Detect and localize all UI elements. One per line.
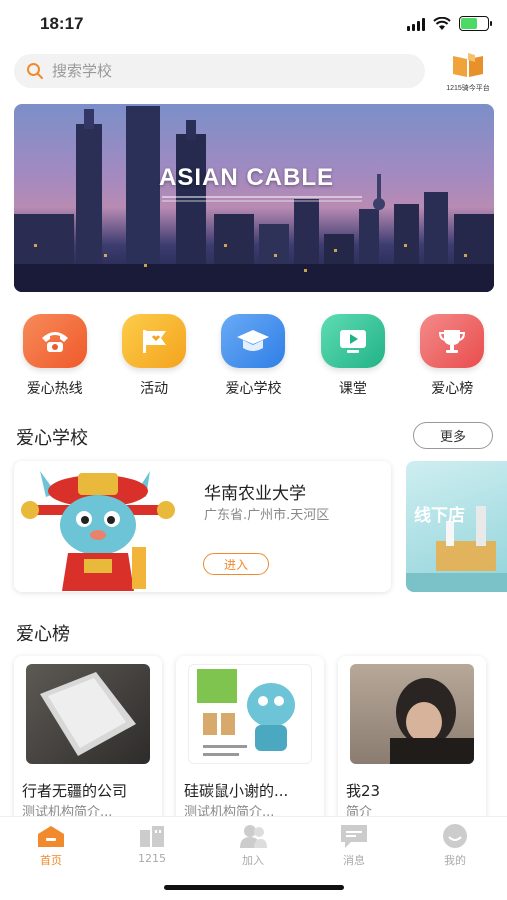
- banner-subtitle-lines: [162, 196, 362, 198]
- nav-label-activity: 活动: [140, 381, 169, 397]
- city-skyline-image: [14, 106, 494, 292]
- building-icon: [137, 823, 167, 849]
- rank-section-title: 爱心榜: [16, 624, 70, 645]
- search-box[interactable]: [14, 54, 425, 88]
- profile-icon: [440, 823, 470, 849]
- search-input[interactable]: [52, 62, 352, 80]
- nav-item-activity[interactable]: 活动: [109, 314, 199, 404]
- book-logo-icon: [453, 53, 483, 77]
- battery-icon: [459, 16, 492, 31]
- message-icon: [339, 823, 369, 849]
- tab-messages[interactable]: 消息: [324, 823, 384, 868]
- home-icon: [36, 823, 66, 849]
- tab-join[interactable]: 加入: [223, 823, 283, 868]
- school-card[interactable]: 华南农业大学 广东省.广州市.天河区 进入: [14, 461, 391, 592]
- school-section-title: 爱心学校: [16, 428, 88, 449]
- tab-label-join: 加入: [242, 854, 264, 867]
- rank-name: 行者无疆的公司: [22, 782, 128, 800]
- video-play-icon: [320, 314, 385, 368]
- status-icons: [407, 16, 492, 31]
- platform-label: 1215骑今平台: [446, 85, 490, 92]
- home-indicator[interactable]: [164, 885, 344, 890]
- rank-card[interactable]: 行者无疆的公司 测试机构简介...: [14, 656, 162, 826]
- tab-label-home: 首页: [40, 854, 62, 867]
- trophy-icon: [420, 314, 485, 368]
- platform-button[interactable]: 1215骑今平台: [442, 52, 494, 92]
- banner[interactable]: ASIAN CABLE: [14, 104, 494, 292]
- nav-label-classroom: 课堂: [338, 381, 367, 397]
- tab-label-1215: 1215: [138, 852, 166, 865]
- status-time: 18:17: [40, 14, 84, 33]
- quick-nav: 爱心热线 活动 爱心学校 课堂 爱心榜: [0, 314, 507, 404]
- flag-icon: [122, 314, 187, 368]
- tab-home[interactable]: 首页: [21, 823, 81, 868]
- school-card-partial[interactable]: 线下店: [406, 461, 507, 592]
- phone-icon: [22, 314, 87, 368]
- nav-item-school[interactable]: 爱心学校: [208, 314, 298, 404]
- nav-label-hotline: 爱心热线: [26, 381, 83, 397]
- school-name: 华南农业大学: [204, 484, 306, 504]
- graduation-cap-icon: [221, 314, 286, 368]
- rank-image: [188, 664, 312, 764]
- store-image: [406, 506, 507, 592]
- nav-label-ranking: 爱心榜: [431, 381, 474, 397]
- more-button[interactable]: 更多: [413, 422, 493, 449]
- rank-name: 硅碳鼠小谢的...: [184, 782, 289, 800]
- store-text: 线下店: [414, 506, 465, 526]
- nav-label-school: 爱心学校: [225, 381, 282, 397]
- school-location: 广东省.广州市.天河区: [204, 508, 330, 523]
- tab-label-messages: 消息: [343, 854, 365, 867]
- rank-name: 我23: [346, 782, 381, 800]
- banner-title: ASIAN CABLE: [159, 164, 335, 191]
- tab-profile[interactable]: 我的: [425, 823, 485, 868]
- rank-image: [350, 664, 474, 764]
- rank-image: [26, 664, 150, 764]
- search-icon: [27, 63, 43, 79]
- signal-icon: [407, 17, 425, 31]
- status-bar: 18:17: [0, 0, 507, 50]
- nav-item-classroom[interactable]: 课堂: [308, 314, 398, 404]
- enter-button[interactable]: 进入: [203, 553, 269, 575]
- rank-card[interactable]: 硅碳鼠小谢的... 测试机构简介...: [176, 656, 324, 826]
- wifi-icon: [433, 16, 451, 30]
- users-icon: [238, 823, 268, 849]
- nav-item-hotline[interactable]: 爱心热线: [10, 314, 100, 404]
- tab-1215[interactable]: 1215: [122, 823, 182, 865]
- rank-card[interactable]: 我23 简介: [338, 656, 486, 826]
- nav-item-ranking[interactable]: 爱心榜: [407, 314, 497, 404]
- mascot-image: [21, 471, 175, 591]
- search-row: 1215骑今平台: [14, 52, 494, 92]
- tab-label-profile: 我的: [444, 854, 466, 867]
